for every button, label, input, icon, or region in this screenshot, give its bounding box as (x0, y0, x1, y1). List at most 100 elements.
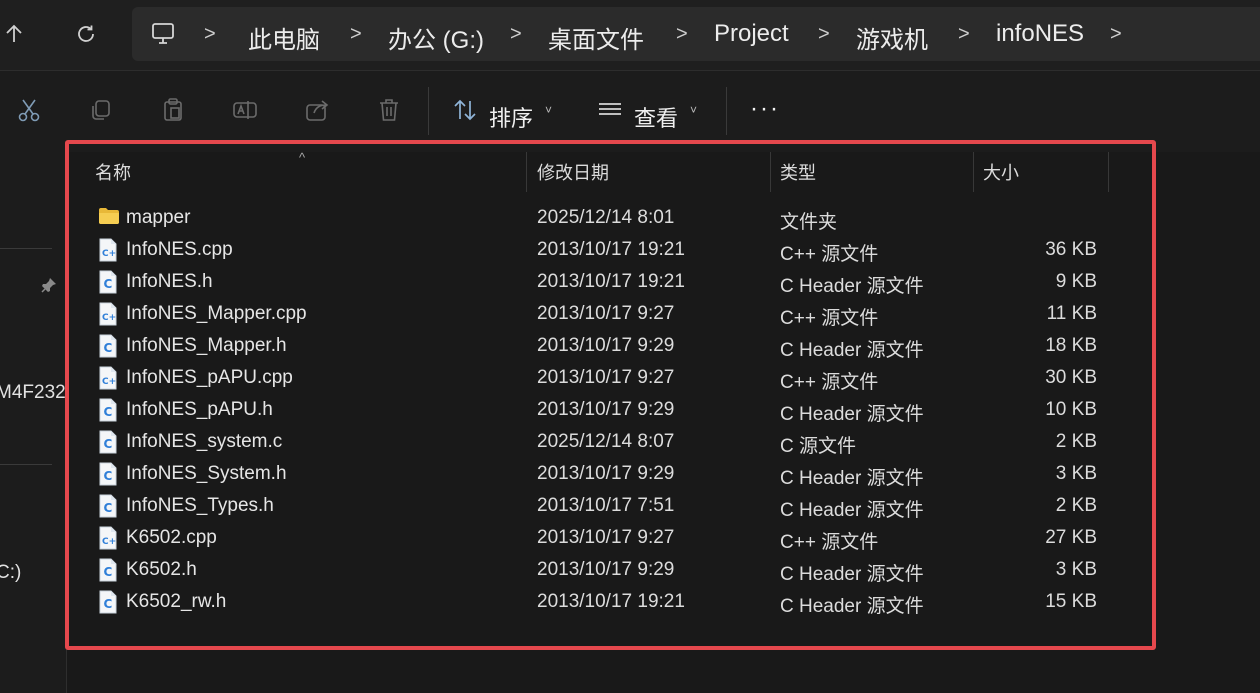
file-size: 2 KB (1055, 431, 1097, 452)
rename-icon[interactable] (232, 97, 258, 123)
chevron-right-icon[interactable]: > (350, 23, 362, 46)
cut-icon[interactable] (16, 97, 42, 123)
file-type: C Header 源文件 (780, 276, 924, 297)
column-divider[interactable] (973, 152, 974, 192)
file-date: 2013/10/17 9:27 (537, 527, 675, 548)
file-type: C 源文件 (780, 436, 857, 457)
file-row[interactable]: C+ InfoNES_pAPU.cpp 2013/10/17 9:27 C++ 源文件… (67, 362, 1260, 394)
file-name: InfoNES_pAPU.cpp (126, 367, 293, 388)
refresh-icon[interactable] (66, 14, 106, 54)
column-header-size[interactable]: 大小 (983, 152, 1019, 192)
file-type: C Header 源文件 (780, 596, 924, 617)
file-type: C Header 源文件 (780, 468, 924, 489)
column-header-name[interactable]: 名称 (95, 152, 131, 192)
file-name: mapper (126, 207, 191, 228)
c-file-icon: C (98, 430, 118, 454)
column-divider[interactable] (770, 152, 771, 192)
command-bar: 排序 ˅ 查看 ˅ ··· (0, 71, 1260, 153)
svg-text:C+: C+ (102, 377, 116, 387)
folder-row[interactable]: mapper 2025/12/14 8:01 文件夹 (67, 202, 1260, 234)
up-arrow-icon[interactable] (0, 14, 34, 54)
sort-button[interactable]: 排序 (489, 101, 533, 133)
file-size: 27 KB (1045, 527, 1097, 548)
file-row[interactable]: C K6502_rw.h 2013/10/17 19:21 C Header 源文件 1… (67, 586, 1260, 618)
file-name: InfoNES_pAPU.h (126, 399, 273, 420)
view-icon[interactable] (597, 97, 623, 123)
chevron-down-icon[interactable]: ˅ (545, 103, 552, 117)
file-size: 15 KB (1045, 591, 1097, 612)
file-size: 11 KB (1046, 303, 1097, 324)
column-header-type[interactable]: 类型 (780, 152, 816, 192)
file-type: C++ 源文件 (780, 308, 879, 329)
file-size: 10 KB (1045, 399, 1097, 420)
sidebar-item-drive[interactable]: M4F232 (0, 382, 66, 404)
column-divider[interactable] (1108, 152, 1109, 192)
address-bar[interactable]: > 此电脑 > 办公 (G:) > 桌面文件 > Project > 游戏机 >… (132, 7, 1260, 61)
svg-text:C+: C+ (102, 313, 116, 323)
file-type: 文件夹 (780, 212, 838, 233)
copy-icon[interactable] (88, 97, 114, 123)
share-icon[interactable] (304, 97, 330, 123)
file-date: 2013/10/17 9:27 (537, 303, 675, 324)
file-type: C Header 源文件 (780, 564, 924, 585)
file-name: InfoNES.h (126, 271, 213, 292)
file-row[interactable]: C+ InfoNES_Mapper.cpp 2013/10/17 9:27 C++ 源… (67, 298, 1260, 330)
file-row[interactable]: C InfoNES_pAPU.h 2013/10/17 9:29 C Header 源… (67, 394, 1260, 426)
chevron-right-icon[interactable]: > (818, 23, 830, 46)
file-size: 3 KB (1055, 463, 1097, 484)
chevron-right-icon[interactable]: > (204, 23, 216, 46)
view-button[interactable]: 查看 (634, 101, 678, 133)
file-type: C++ 源文件 (780, 244, 879, 265)
sort-icon[interactable] (452, 97, 478, 123)
file-date: 2025/12/14 8:01 (537, 207, 675, 228)
svg-text:C: C (104, 469, 113, 483)
chevron-right-icon[interactable]: > (958, 23, 970, 46)
column-divider[interactable] (526, 152, 527, 192)
file-type: C Header 源文件 (780, 500, 924, 521)
file-size: 36 KB (1045, 239, 1097, 260)
svg-text:C+: C+ (102, 537, 116, 547)
column-header-date[interactable]: 修改日期 (537, 152, 609, 192)
crumb-drive[interactable]: 办公 (G:) (388, 20, 484, 55)
file-date: 2013/10/17 19:21 (537, 591, 685, 612)
delete-icon[interactable] (376, 97, 402, 123)
file-row[interactable]: C InfoNES_Mapper.h 2013/10/17 9:29 C Header… (67, 330, 1260, 362)
computer-icon[interactable] (150, 21, 176, 52)
file-name: K6502_rw.h (126, 591, 227, 612)
sidebar-item-c-drive[interactable]: C:) (0, 562, 21, 584)
file-date: 2013/10/17 9:29 (537, 335, 675, 356)
file-row[interactable]: C+ InfoNES.cpp 2013/10/17 19:21 C++ 源文件 36 K… (67, 234, 1260, 266)
navigation-pane: M4F232 C:) (0, 152, 67, 693)
crumb-this-pc[interactable]: 此电脑 (248, 20, 320, 55)
file-date: 2013/10/17 9:29 (537, 463, 675, 484)
crumb-game-console[interactable]: 游戏机 (856, 20, 928, 55)
file-row[interactable]: C K6502.h 2013/10/17 9:29 C Header 源文件 3 KB (67, 554, 1260, 586)
chevron-right-icon[interactable]: > (676, 23, 688, 46)
file-row[interactable]: C InfoNES_Types.h 2013/10/17 7:51 C Header … (67, 490, 1260, 522)
cpp-file-icon: C+ (98, 366, 118, 390)
crumb-desktop-files[interactable]: 桌面文件 (548, 20, 644, 55)
file-row[interactable]: C InfoNES.h 2013/10/17 19:21 C Header 源文件 9 … (67, 266, 1260, 298)
file-date: 2025/12/14 8:07 (537, 431, 675, 452)
file-name: InfoNES_Mapper.h (126, 335, 287, 356)
toolbar-separator (428, 87, 429, 135)
file-size: 9 KB (1055, 271, 1097, 292)
c-file-icon: C (98, 590, 118, 614)
chevron-right-icon[interactable]: > (510, 23, 522, 46)
more-options-button[interactable]: ··· (750, 95, 780, 123)
crumb-infones[interactable]: infoNES (996, 20, 1084, 48)
paste-icon[interactable] (160, 97, 186, 123)
file-row[interactable]: C InfoNES_System.h 2013/10/17 9:29 C Header… (67, 458, 1260, 490)
chevron-down-icon[interactable]: ˅ (690, 103, 697, 117)
file-date: 2013/10/17 9:27 (537, 367, 675, 388)
chevron-right-icon[interactable]: > (1110, 23, 1122, 46)
file-row[interactable]: C InfoNES_system.c 2025/12/14 8:07 C 源文件 2 K… (67, 426, 1260, 458)
file-type: C Header 源文件 (780, 340, 924, 361)
crumb-project[interactable]: Project (714, 20, 789, 48)
address-bar-area: > 此电脑 > 办公 (G:) > 桌面文件 > Project > 游戏机 >… (0, 0, 1260, 71)
file-date: 2013/10/17 7:51 (537, 495, 675, 516)
pin-icon[interactable] (40, 276, 58, 299)
file-date: 2013/10/17 19:21 (537, 239, 685, 260)
file-size: 30 KB (1045, 367, 1097, 388)
file-row[interactable]: C+ K6502.cpp 2013/10/17 9:27 C++ 源文件 27 KB (67, 522, 1260, 554)
